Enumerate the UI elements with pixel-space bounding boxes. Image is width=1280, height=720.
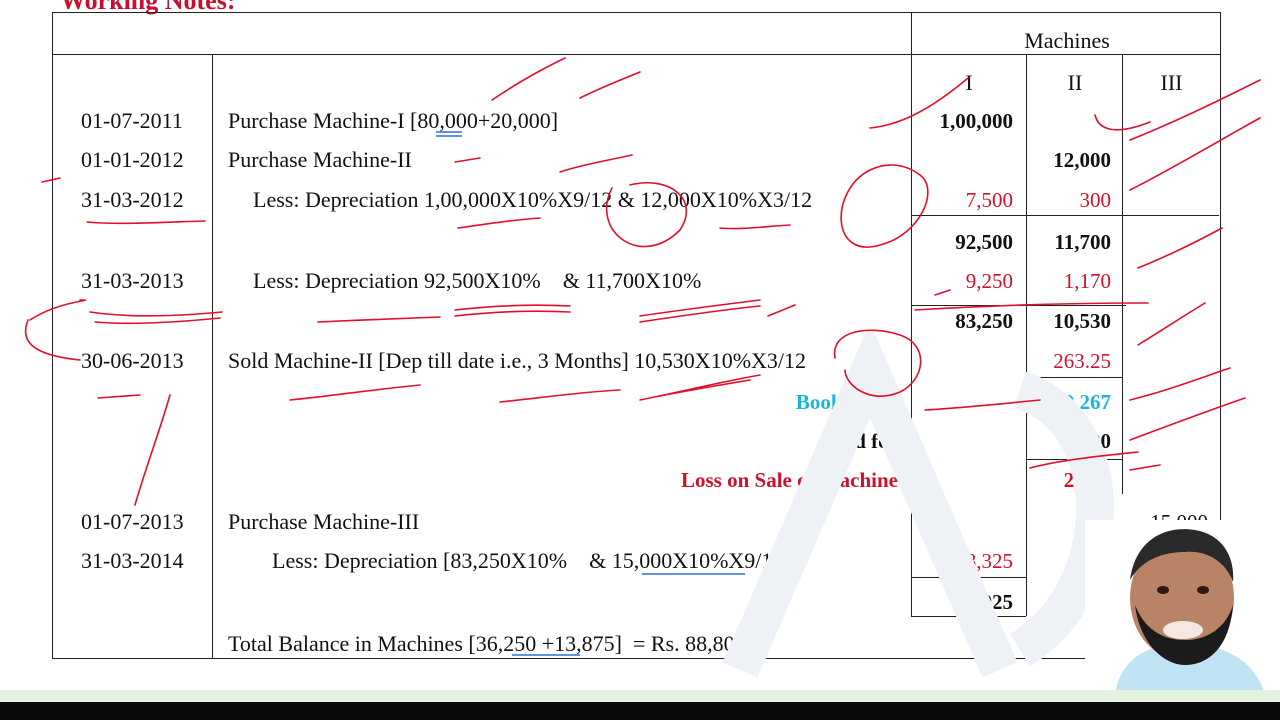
row-4-machine-1: 9,250 [965,269,1013,293]
header-divider [52,54,1220,55]
row-1-text: Purchase Machine-I [80,000+20,000] [228,108,559,133]
row-8-date: 31-03-2014 [81,548,184,573]
bottom-bar [0,702,1280,720]
subtotal-1-machine-2: 11,700 [1054,230,1111,254]
machine-2-header: II [1067,70,1083,95]
machine-3-header: III [1160,70,1183,95]
bottom-band [0,690,1280,702]
presenter-video-thumbnail [1085,520,1280,695]
date-column-divider [212,54,213,658]
machine-1-header: I [965,70,973,95]
row-4-machine-2: 1,170 [1063,269,1111,293]
row-7-text: Purchase Machine-III [228,509,420,534]
row-2-text: Purchase Machine-II [228,147,412,172]
row-6-date: 30-06-2013 [81,348,184,373]
row-4-date: 31-03-2013 [81,268,184,293]
row-3-text: Less: Depreciation 1,00,000X10%X9/12 & 1… [253,187,813,212]
row-3-machine-2: 300 [1079,188,1112,212]
row-7-date: 01-07-2013 [81,509,184,534]
row-2-date: 01-01-2012 [81,147,184,172]
machines-header: Machines [1024,28,1110,53]
subtotal-line-1 [911,215,1219,216]
row-1-date: 01-07-2011 [81,108,183,133]
row-1-machine-1: 1,00,000 [939,109,1014,133]
watermark-logo [722,330,1114,678]
total-balance-text: Total Balance in Machines [36,250 +13,87… [228,631,746,656]
row-3-date: 31-03-2012 [81,187,184,212]
row-2-machine-2: 12,000 [1053,148,1111,172]
subtotal-line-2 [911,305,1126,306]
row-4-text: Less: Depreciation 92,500X10% & 11,700X1… [253,268,702,293]
subtotal-1-machine-1: 92,500 [955,230,1013,254]
row-3-machine-1: 7,500 [965,188,1013,212]
row-8-text: Less: Depreciation [83,250X10% & 15,000X… [272,548,784,573]
